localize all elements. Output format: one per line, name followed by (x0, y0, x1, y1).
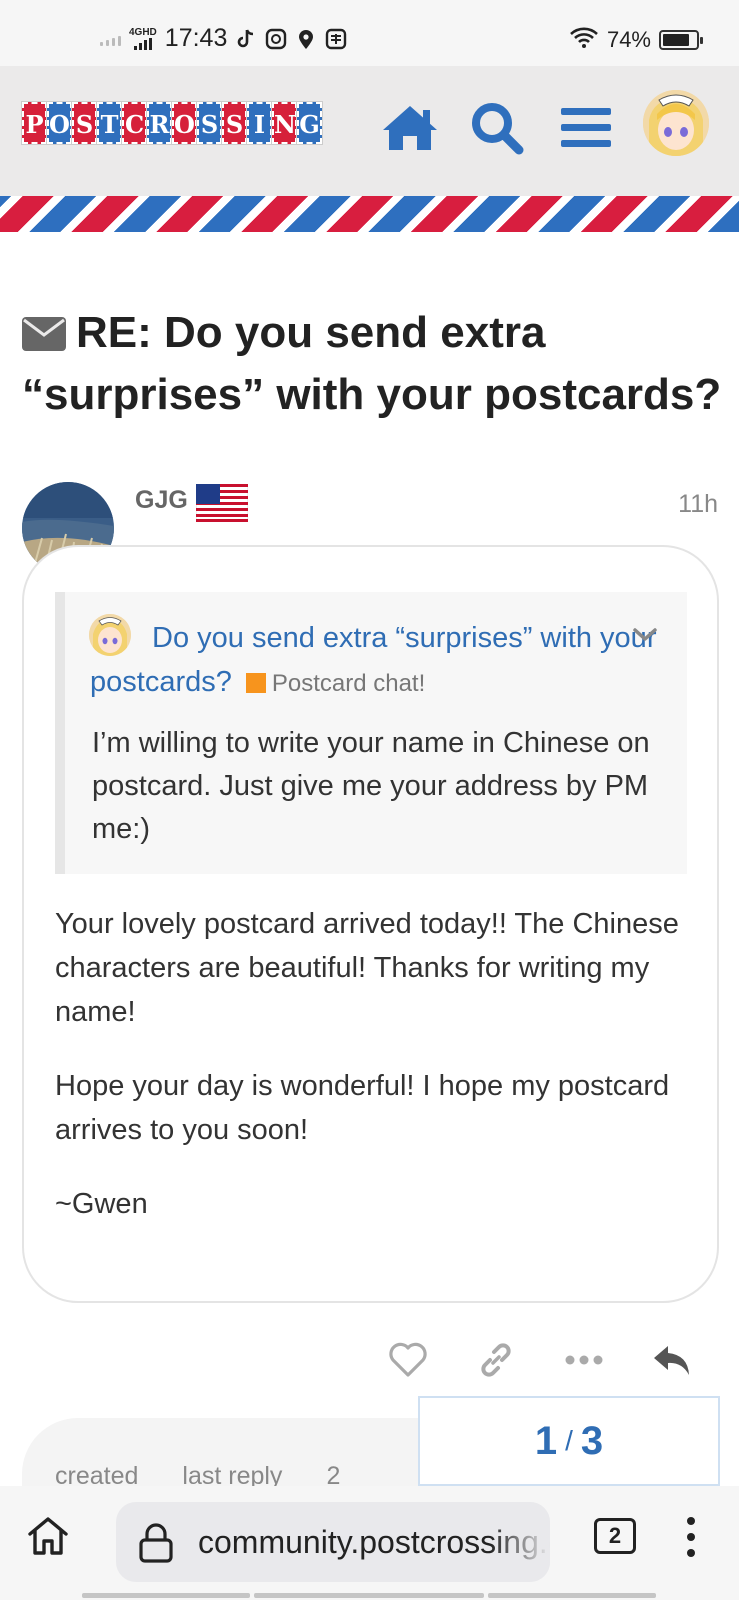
gesture-bar (82, 1593, 656, 1598)
post-body: Your lovely postcard arrived today!! The… (55, 902, 695, 1256)
url-bar[interactable]: community.postcrossing.com (116, 1502, 550, 1582)
logo-letter: O (46, 101, 73, 145)
clock: 17:43 (164, 24, 228, 52)
link-icon[interactable] (470, 1334, 522, 1386)
quote-body: I’m willing to write your name in Chines… (92, 727, 650, 845)
category-name[interactable]: Postcard chat! (272, 670, 425, 697)
app-notification-icon (265, 28, 287, 50)
wifi-icon (569, 26, 599, 54)
logo-letter: S (221, 101, 248, 145)
signal-2-icon: 4GHD (129, 26, 157, 50)
status-right: 74% (569, 26, 703, 54)
status-left: 4GHD 17:43 (100, 24, 347, 53)
battery-percent: 74% (606, 27, 651, 52)
logo-letter: R (146, 101, 173, 145)
browser-home-icon[interactable] (26, 1514, 70, 1563)
logo-letter: T (96, 101, 123, 145)
signal-1-icon (100, 32, 121, 46)
search-icon[interactable] (465, 96, 529, 160)
progress-current: 1 (534, 1418, 558, 1463)
heart-icon[interactable] (382, 1334, 434, 1386)
hamburger-menu-icon[interactable] (554, 96, 618, 160)
site-header: POSTCROSSING (0, 66, 739, 196)
user-avatar[interactable] (643, 90, 709, 156)
poster-username[interactable]: GJG (135, 486, 188, 515)
airmail-stripe (0, 196, 739, 232)
envelope-icon (22, 308, 66, 366)
post-actions (0, 1334, 739, 1386)
battery-icon (659, 30, 703, 50)
logo-letter: C (121, 101, 148, 145)
logo-letter: I (246, 101, 273, 145)
logo-letter: P (21, 101, 48, 145)
location-app-icon (295, 28, 317, 50)
progress-total: 3 (580, 1418, 604, 1463)
timeline-progress[interactable]: 1 / 3 (418, 1396, 720, 1486)
kebab-menu-icon[interactable] (686, 1516, 696, 1563)
home-icon[interactable] (378, 96, 442, 160)
post-paragraph: ~Gwen (55, 1188, 148, 1220)
logo-letter: G (296, 101, 323, 145)
post-paragraph: Hope your day is wonderful! I hope my po… (55, 1070, 670, 1146)
network-type: 4GHD (129, 26, 157, 38)
post-time[interactable]: 11h (678, 490, 718, 519)
quote-title[interactable]: Do you send extra “surprises” with your … (90, 616, 660, 706)
browser-toolbar: community.postcrossing.com 2 (0, 1486, 739, 1600)
lock-icon (138, 1522, 174, 1569)
category-badge[interactable]: Postcard chat! (232, 670, 425, 697)
more-icon[interactable] (558, 1334, 610, 1386)
postcrossing-logo[interactable]: POSTCROSSING (21, 101, 323, 145)
tab-switcher-button[interactable]: 2 (594, 1518, 636, 1554)
topic-title: RE: Do you send extra “surprises” with y… (22, 304, 722, 424)
post-paragraph: Your lovely postcard arrived today!! The… (55, 908, 679, 1028)
logo-letter: S (196, 101, 223, 145)
status-bar: 4GHD 17:43 74% (0, 0, 739, 66)
url-fade (490, 1502, 550, 1582)
logo-letter: S (71, 101, 98, 145)
topic-title-text: RE: Do you send extra “surprises” with y… (22, 308, 722, 419)
us-flag-icon (195, 483, 249, 523)
reply-icon[interactable] (646, 1334, 698, 1386)
tiktok-icon (235, 28, 257, 50)
logo-letter: N (271, 101, 298, 145)
chevron-down-icon[interactable] (630, 620, 660, 650)
logo-letter: O (171, 101, 198, 145)
category-color-swatch (245, 673, 266, 693)
taobao-icon (325, 28, 347, 50)
progress-separator: / (565, 1425, 573, 1456)
